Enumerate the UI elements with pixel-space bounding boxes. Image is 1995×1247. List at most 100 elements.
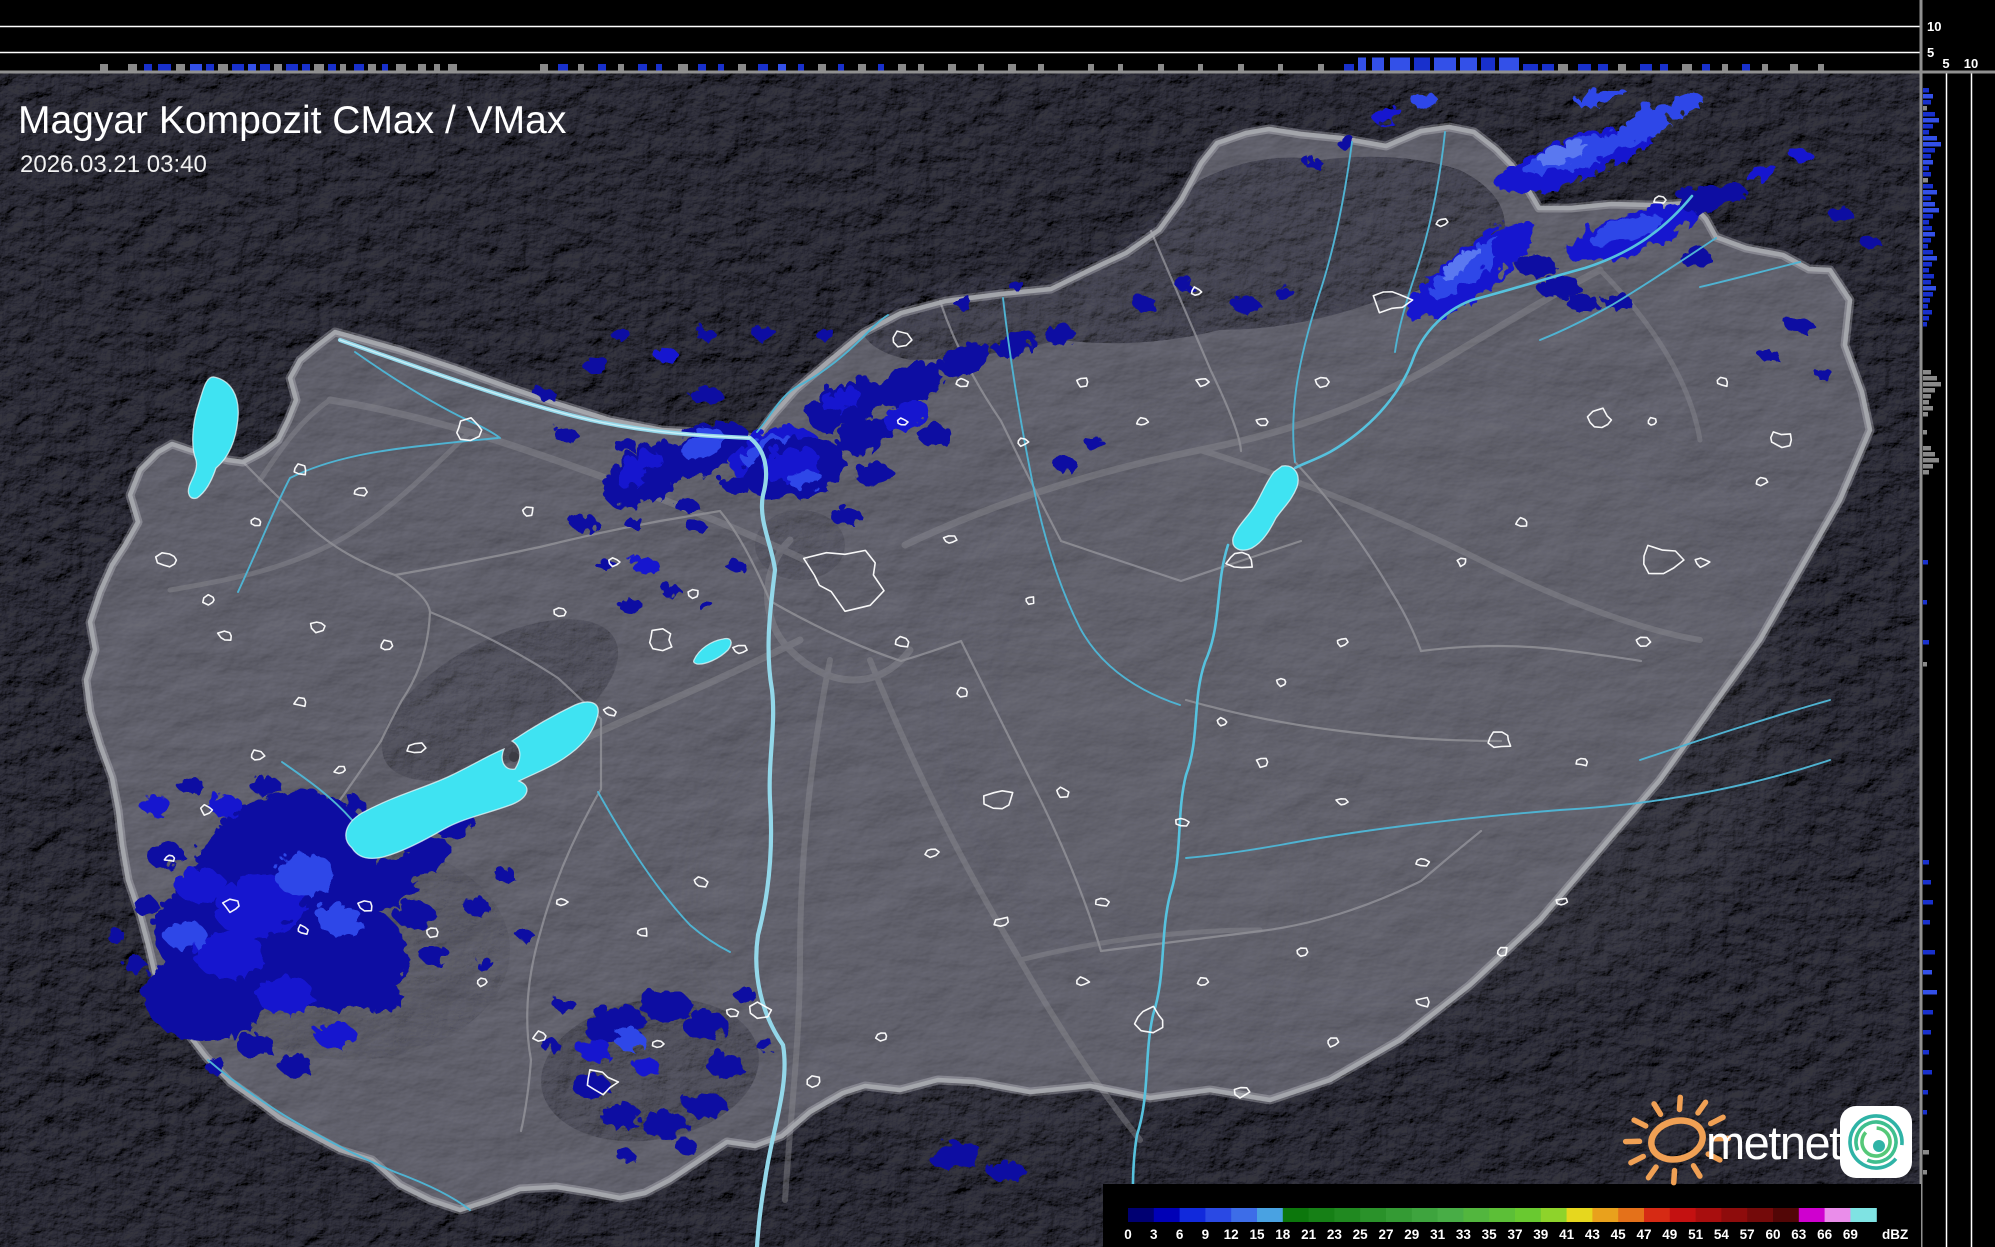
right-profile-bar: [1923, 458, 1939, 463]
right-profile-bar: [1923, 970, 1932, 975]
right-profile-bar: [1923, 412, 1928, 417]
top-profile-bar: [448, 64, 457, 71]
top-profile-bar: [232, 64, 244, 71]
scale-cell: [1644, 1208, 1671, 1222]
top-profile-bar: [778, 64, 786, 71]
scale-tick-label: 51: [1688, 1227, 1704, 1242]
radar-echo: [568, 513, 596, 529]
radar-echo: [1050, 454, 1074, 468]
top-profile-bar: [1702, 64, 1710, 71]
radar-composite-screen: 10 5 5 10 Magyar Kompozit CMax / VMax 20…: [0, 0, 1995, 1247]
radar-echo: [550, 424, 574, 438]
scale-tick-label: 31: [1430, 1227, 1446, 1242]
top-profile-bar: [354, 64, 364, 71]
scale-tick-label: 35: [1482, 1227, 1498, 1242]
top-profile-bar: [100, 64, 108, 71]
right-profile-bar: [1923, 990, 1937, 995]
top-axis-label-5: 5: [1927, 45, 1934, 60]
right-profile-bar: [1923, 1010, 1933, 1015]
right-profile-bar: [1923, 184, 1933, 189]
top-profile-bar: [1390, 57, 1410, 71]
radar-echo: [694, 597, 710, 607]
scale-cell: [1773, 1208, 1800, 1222]
right-profile-bar: [1923, 94, 1933, 99]
top-profile-bar: [898, 64, 906, 71]
radar-echo: [1040, 322, 1072, 340]
top-profile-bar: [190, 64, 202, 71]
right-profile-bar: [1923, 166, 1929, 171]
top-profile-bar: [1558, 64, 1568, 71]
scale-cell: [1179, 1208, 1206, 1222]
top-profile-bar: [718, 64, 724, 71]
radar-echo: [129, 893, 155, 911]
radar-echo: [1824, 203, 1848, 217]
top-profile-bar: [798, 64, 804, 71]
top-profile-bar: [638, 64, 647, 71]
radar-echo: [578, 353, 606, 369]
scale-tick-label: 37: [1507, 1227, 1522, 1242]
right-profile-bar: [1923, 600, 1927, 605]
scale-cell: [1669, 1208, 1697, 1222]
radar-echo: [812, 325, 832, 337]
scale-cell: [1411, 1208, 1439, 1222]
right-profile-bar: [1923, 100, 1931, 105]
scale-cell: [1695, 1208, 1722, 1222]
tihany-peninsula: [509, 752, 519, 762]
radar-echo: [1130, 294, 1154, 308]
right-profile-bar: [1923, 202, 1935, 207]
radar-echo: [532, 385, 552, 397]
right-profile-bar: [1923, 1070, 1932, 1075]
scale-cell: [1128, 1208, 1155, 1222]
radar-echo: [610, 435, 634, 449]
scale-tick-label: 18: [1275, 1227, 1291, 1242]
radar-echo: [1811, 365, 1829, 375]
sun-ray: [1622, 1138, 1643, 1145]
radar-echo: [607, 325, 627, 337]
right-profile-bar: [1923, 226, 1932, 231]
radar-echo: [629, 1053, 655, 1071]
scale-cell: [1153, 1208, 1181, 1222]
right-profile-bar: [1923, 220, 1929, 225]
scale-cell: [1824, 1208, 1851, 1222]
radar-echo: [750, 324, 774, 338]
radar-echo: [514, 926, 530, 938]
radar-echo: [1756, 346, 1776, 358]
scale-unit-label: dBZ: [1882, 1227, 1908, 1242]
radar-echo: [703, 1050, 741, 1074]
right-profile-bar: [1923, 920, 1930, 925]
top-profile-bar: [1542, 64, 1554, 71]
right-profile-bar: [1923, 640, 1929, 645]
radar-echo: [731, 985, 753, 999]
right-profile-bar: [1923, 244, 1928, 249]
radar-echo: [671, 1135, 693, 1149]
radar-echo: [417, 942, 447, 962]
right-profile-bar: [1923, 238, 1931, 243]
top-profile-bar: [1660, 64, 1668, 71]
top-profile-bar: [1682, 64, 1692, 71]
scale-tick-label: 54: [1714, 1227, 1730, 1242]
top-profile-bar: [418, 64, 426, 71]
top-profile-bar: [698, 64, 706, 71]
radar-echo: [174, 773, 200, 791]
scale-cell: [1747, 1208, 1774, 1222]
radar-echo: [670, 494, 694, 508]
right-profile-bar: [1923, 470, 1929, 475]
right-profile-bar: [1923, 136, 1937, 141]
radar-echo: [143, 839, 181, 865]
scale-cell: [1489, 1208, 1516, 1222]
right-profile-bar: [1923, 560, 1928, 565]
radar-echo: [275, 1051, 309, 1073]
radar-echo: [722, 556, 742, 568]
scale-tick-label: 23: [1327, 1227, 1343, 1242]
top-profile-bar: [1790, 64, 1798, 71]
top-profile-bar: [1598, 64, 1608, 71]
right-profile-bar: [1923, 950, 1935, 955]
radar-echo: [622, 515, 642, 527]
radar-echo: [538, 1036, 556, 1048]
right-profile-bar: [1923, 446, 1931, 451]
right-profile-bar: [1923, 148, 1935, 153]
scale-cell: [1721, 1208, 1748, 1222]
timestamp: 2026.03.21 03:40: [20, 151, 207, 178]
top-profile-bar: [1278, 64, 1283, 71]
radar-echo: [657, 581, 677, 593]
